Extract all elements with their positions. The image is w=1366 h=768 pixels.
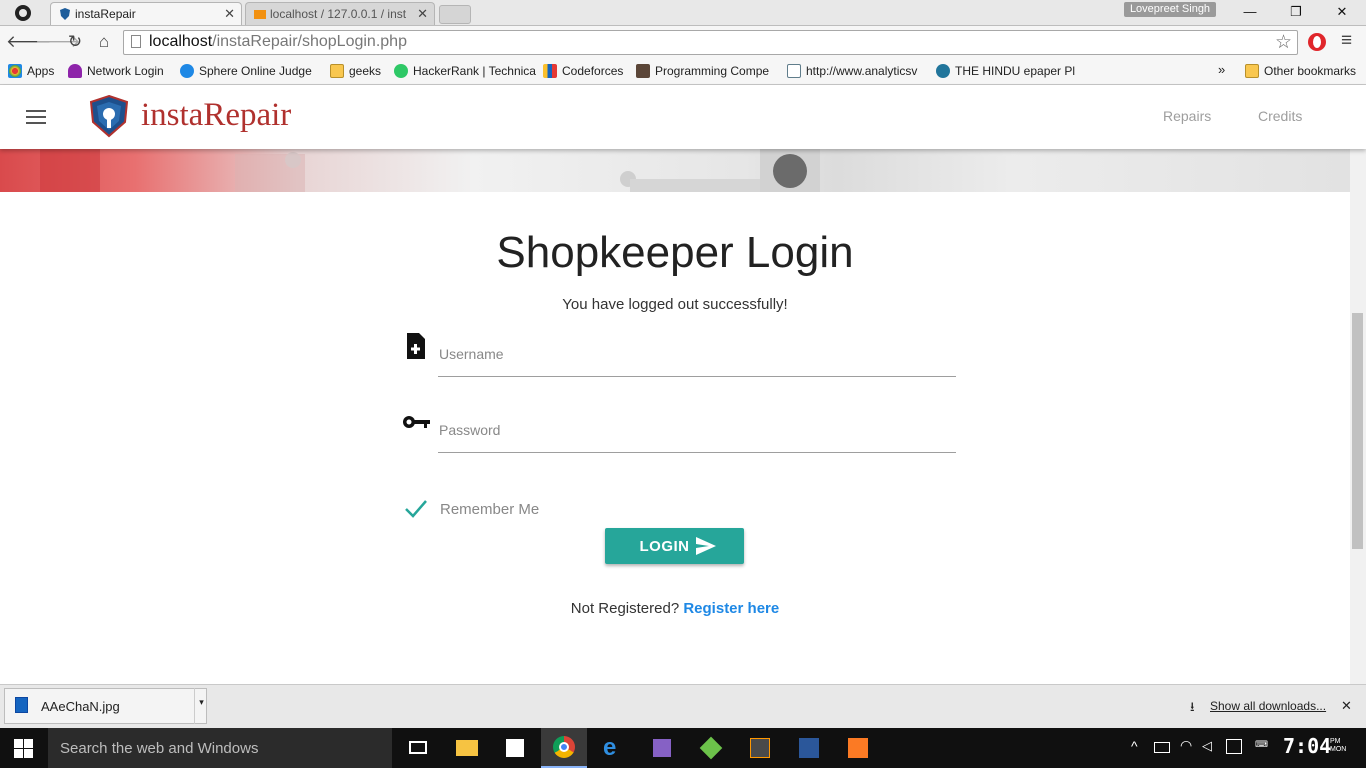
show-hidden-icons-icon[interactable]: ^ — [1131, 738, 1138, 754]
new-tab-button[interactable] — [439, 5, 471, 24]
bookmark-codechef[interactable]: Programming Compe — [636, 62, 769, 80]
file-explorer-icon[interactable] — [453, 734, 481, 762]
close-tab-icon[interactable]: ✕ — [417, 3, 428, 25]
download-options-chevron-icon[interactable]: ▾ — [194, 688, 208, 724]
close-window-button[interactable]: ✕ — [1319, 0, 1365, 25]
wifi-icon[interactable]: ◠ — [1180, 737, 1192, 754]
chart-icon — [787, 64, 801, 78]
task-view-icon[interactable] — [405, 734, 433, 762]
password-input[interactable]: Password — [439, 422, 500, 438]
github-icon[interactable] — [14, 4, 32, 22]
login-button[interactable]: LOGIN — [605, 528, 744, 564]
word-icon[interactable] — [795, 734, 823, 762]
bookmark-hackerrank[interactable]: HackerRank | Technica — [394, 62, 536, 80]
bookmark-geeks[interactable]: geeks — [330, 62, 381, 80]
tab-phpmyadmin[interactable]: localhost / 127.0.0.1 / inst ✕ — [245, 2, 435, 25]
url-text: localhost/instaRepair/shopLogin.php — [149, 33, 407, 50]
nav-credits-link[interactable]: Credits — [1258, 108, 1302, 124]
hamburger-menu-icon[interactable] — [26, 108, 46, 124]
bookmark-analytics[interactable]: http://www.analyticsv — [787, 62, 917, 80]
codeforces-icon — [543, 64, 557, 78]
back-icon[interactable]: 🡐 — [6, 31, 52, 53]
hackerrank-icon — [394, 64, 408, 78]
download-filename: AAeChaN.jpg — [41, 699, 120, 714]
folder-icon — [330, 64, 344, 78]
bookmark-apps[interactable]: Apps — [8, 62, 54, 80]
brand-logo-shield-icon[interactable] — [87, 94, 131, 138]
restore-button[interactable]: ❐ — [1273, 0, 1319, 25]
bookmark-spoj[interactable]: Sphere Online Judge — [180, 62, 312, 80]
nav-repairs-link[interactable]: Repairs — [1163, 108, 1211, 124]
password-underline — [438, 452, 956, 453]
store-icon[interactable] — [501, 734, 529, 762]
register-prompt: Not Registered? Register here — [0, 600, 1350, 617]
page-icon — [131, 35, 141, 48]
minimize-button[interactable]: — — [1227, 0, 1273, 25]
bookmark-network-login[interactable]: Network Login — [68, 62, 164, 80]
bookmark-star-icon[interactable]: ☆ — [1275, 31, 1292, 54]
login-button-label: LOGIN — [639, 537, 690, 555]
tab-instarepair[interactable]: instaRepair ✕ — [50, 2, 242, 25]
bookmark-codeforces[interactable]: Codeforces — [543, 62, 623, 80]
sublime-text-icon[interactable] — [746, 734, 774, 762]
add-document-icon — [405, 333, 427, 359]
close-downloads-icon[interactable]: ✕ — [1341, 698, 1352, 714]
key-icon — [402, 413, 430, 431]
logout-message: You have logged out successfully! — [562, 296, 788, 313]
umbrella-icon — [68, 64, 82, 78]
opera-extension-icon[interactable] — [1308, 33, 1326, 51]
shield-favicon-icon — [60, 8, 70, 20]
close-tab-icon[interactable]: ✕ — [224, 3, 235, 25]
windows-start-icon[interactable] — [14, 739, 33, 758]
brand-name[interactable]: instaRepair — [141, 97, 291, 134]
tab-title: instaRepair — [75, 7, 136, 21]
not-registered-text: Not Registered? — [570, 600, 680, 617]
apps-grid-icon — [8, 64, 22, 78]
xampp-icon[interactable] — [844, 734, 872, 762]
profile-button[interactable]: Lovepreet Singh — [1124, 2, 1216, 17]
username-input[interactable]: Username — [439, 346, 504, 362]
taskbar-search-placeholder: Search the web and Windows — [60, 740, 259, 757]
chrome-menu-icon[interactable]: ≡ — [1341, 30, 1352, 52]
page-title: Shopkeeper Login — [496, 228, 854, 277]
chrome-taskbar-button[interactable] — [541, 728, 587, 768]
username-underline — [438, 376, 956, 377]
git-icon[interactable] — [697, 734, 725, 762]
home-icon[interactable]: ⌂ — [93, 31, 115, 53]
codechef-icon — [636, 64, 650, 78]
volume-icon[interactable]: ◁ — [1202, 738, 1212, 754]
header-banner-image — [0, 149, 1350, 192]
folder-icon — [1245, 64, 1259, 78]
reload-icon[interactable]: ↻ — [64, 31, 86, 53]
taskbar-clock-time[interactable]: 7:04 — [1283, 734, 1331, 758]
download-arrow-icon: ⭳ — [1190, 699, 1195, 714]
remember-me-checkbox[interactable] — [404, 499, 428, 519]
keyboard-icon[interactable]: ⌨ — [1255, 739, 1268, 750]
taskbar-clock-ampm: PM MON — [1330, 738, 1347, 753]
chrome-icon — [553, 736, 575, 758]
tab-title: localhost / 127.0.0.1 / inst — [270, 7, 407, 21]
other-bookmarks[interactable]: Other bookmarks — [1245, 62, 1356, 80]
register-link[interactable]: Register here — [683, 600, 779, 617]
scrollbar-thumb[interactable] — [1352, 313, 1363, 549]
image-file-icon — [15, 697, 28, 713]
remember-me-label[interactable]: Remember Me — [440, 501, 539, 518]
phpmyadmin-favicon-icon — [254, 10, 266, 19]
visual-studio-icon[interactable] — [648, 734, 676, 762]
forward-icon[interactable]: 🡒 — [35, 31, 81, 53]
battery-icon[interactable] — [1154, 742, 1170, 753]
wordpress-icon — [936, 64, 950, 78]
edge-icon[interactable]: e — [600, 734, 628, 762]
send-icon — [696, 537, 716, 559]
action-center-icon[interactable] — [1226, 739, 1242, 754]
bookmarks-overflow-button[interactable]: » — [1218, 62, 1225, 77]
show-all-downloads-link[interactable]: Show all downloads... — [1210, 699, 1326, 713]
bookmark-the-hindu[interactable]: THE HINDU epaper Pl — [936, 62, 1075, 80]
spoj-icon — [180, 64, 194, 78]
